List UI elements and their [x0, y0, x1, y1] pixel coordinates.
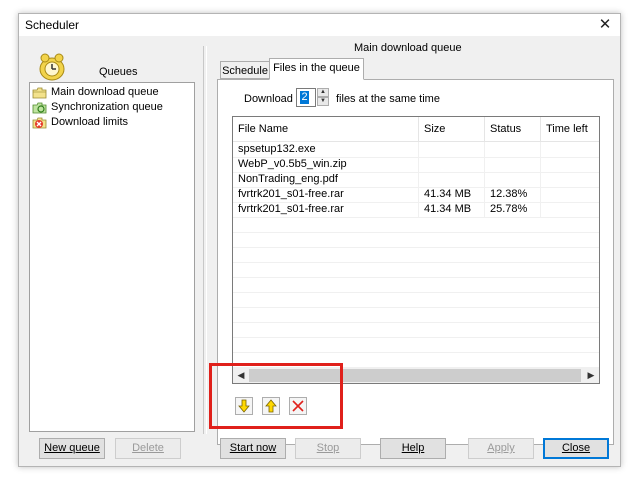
cell-status: 12.38% — [485, 187, 541, 202]
cell-time-left — [541, 172, 599, 187]
column-header-size[interactable]: Size — [419, 117, 485, 141]
new-queue-button[interactable]: New queue — [39, 438, 105, 459]
cell-file-name: WebP_v0.5b5_win.zip — [233, 157, 419, 172]
table-row[interactable]: NonTrading_eng.pdf — [233, 172, 599, 188]
cell-status — [485, 172, 541, 187]
concurrent-downloads-field[interactable]: 2 — [296, 88, 316, 107]
queues-heading: Queues — [99, 66, 138, 78]
help-label: Help — [401, 442, 425, 454]
apply-button[interactable]: Apply — [468, 438, 534, 459]
table-row-empty — [233, 247, 599, 263]
queue-item-label: Main download queue — [51, 86, 159, 98]
queue-title: Main download queue — [354, 42, 462, 54]
title-bar: Scheduler ✕ — [19, 14, 620, 36]
sync-queue-icon — [32, 102, 47, 113]
files-at-same-time-label: files at the same time — [336, 93, 440, 105]
delete-queue-button[interactable]: Delete — [115, 438, 181, 459]
cell-status — [485, 157, 541, 172]
column-header-status[interactable]: Status — [485, 117, 541, 141]
close-button[interactable]: Close — [543, 438, 609, 459]
tab-schedule[interactable]: Schedule — [220, 61, 270, 79]
table-row-empty — [233, 337, 599, 353]
scheduler-clock-icon — [39, 53, 65, 81]
concurrent-downloads-value: 2 — [300, 91, 309, 104]
delete-label: Delete — [132, 442, 164, 454]
download-label: Download — [244, 93, 293, 105]
scheduler-window: Scheduler ✕ Queues Main download queue S… — [18, 13, 621, 467]
column-header-file-name[interactable]: File Name — [233, 117, 419, 141]
cell-file-name: NonTrading_eng.pdf — [233, 172, 419, 187]
cell-size — [419, 157, 485, 172]
cell-size: 41.34 MB — [419, 202, 485, 217]
cell-size — [419, 172, 485, 187]
start-now-label: Start now — [229, 442, 277, 454]
stop-button[interactable]: Stop — [295, 438, 361, 459]
help-button[interactable]: Help — [380, 438, 446, 459]
queue-item-main[interactable]: Main download queue — [32, 85, 159, 100]
table-row[interactable]: WebP_v0.5b5_win.zip — [233, 157, 599, 173]
cell-file-name: spsetup132.exe — [233, 142, 419, 157]
table-row-empty — [233, 262, 599, 278]
cell-time-left — [541, 187, 599, 202]
stop-label: Stop — [316, 442, 340, 454]
window-title: Scheduler — [25, 18, 80, 32]
table-row-empty — [233, 307, 599, 323]
cell-size: 41.34 MB — [419, 187, 485, 202]
queue-item-sync[interactable]: Synchronization queue — [32, 100, 163, 115]
scroll-right-icon[interactable]: ▶ — [584, 369, 598, 382]
files-table[interactable]: File Name Size Status Time left spsetup1… — [232, 116, 600, 384]
new-queue-label: New queue — [44, 442, 100, 454]
cell-file-name: fvrtrk201_s01-free.rar — [233, 202, 419, 217]
queue-item-label: Synchronization queue — [51, 101, 163, 113]
table-row-empty — [233, 277, 599, 293]
table-row[interactable]: fvrtrk201_s01-free.rar 41.34 MB 12.38% — [233, 187, 599, 203]
table-row-empty — [233, 322, 599, 338]
panel-splitter[interactable] — [203, 46, 207, 434]
table-row-empty — [233, 217, 599, 233]
queue-item-label: Download limits — [51, 116, 129, 128]
queue-item-limits[interactable]: Download limits — [32, 115, 128, 130]
table-row-empty — [233, 292, 599, 308]
spin-up-button[interactable]: ▲ — [317, 88, 329, 97]
table-row[interactable]: spsetup132.exe — [233, 142, 599, 158]
cell-status — [485, 142, 541, 157]
download-limits-icon — [32, 117, 47, 128]
cell-size — [419, 142, 485, 157]
close-icon[interactable]: ✕ — [590, 14, 620, 36]
cell-status: 25.78% — [485, 202, 541, 217]
queue-list[interactable]: Main download queue Synchronization queu… — [29, 82, 195, 432]
close-label: Close — [561, 442, 591, 454]
queue-folder-icon — [32, 87, 47, 98]
highlight-box — [209, 363, 343, 429]
spin-down-button[interactable]: ▼ — [317, 97, 329, 106]
column-header-time-left[interactable]: Time left — [541, 117, 599, 141]
cell-time-left — [541, 157, 599, 172]
apply-label: Apply — [487, 442, 515, 454]
table-header: File Name Size Status Time left — [233, 117, 599, 142]
table-row[interactable]: fvrtrk201_s01-free.rar 41.34 MB 25.78% — [233, 202, 599, 218]
tab-files-in-queue[interactable]: Files in the queue — [269, 58, 364, 80]
start-now-button[interactable]: Start now — [220, 438, 286, 459]
cell-time-left — [541, 202, 599, 217]
cell-time-left — [541, 142, 599, 157]
table-row-empty — [233, 232, 599, 248]
queues-panel: Queues Main download queue Synchronizati… — [29, 46, 195, 436]
cell-file-name: fvrtrk201_s01-free.rar — [233, 187, 419, 202]
